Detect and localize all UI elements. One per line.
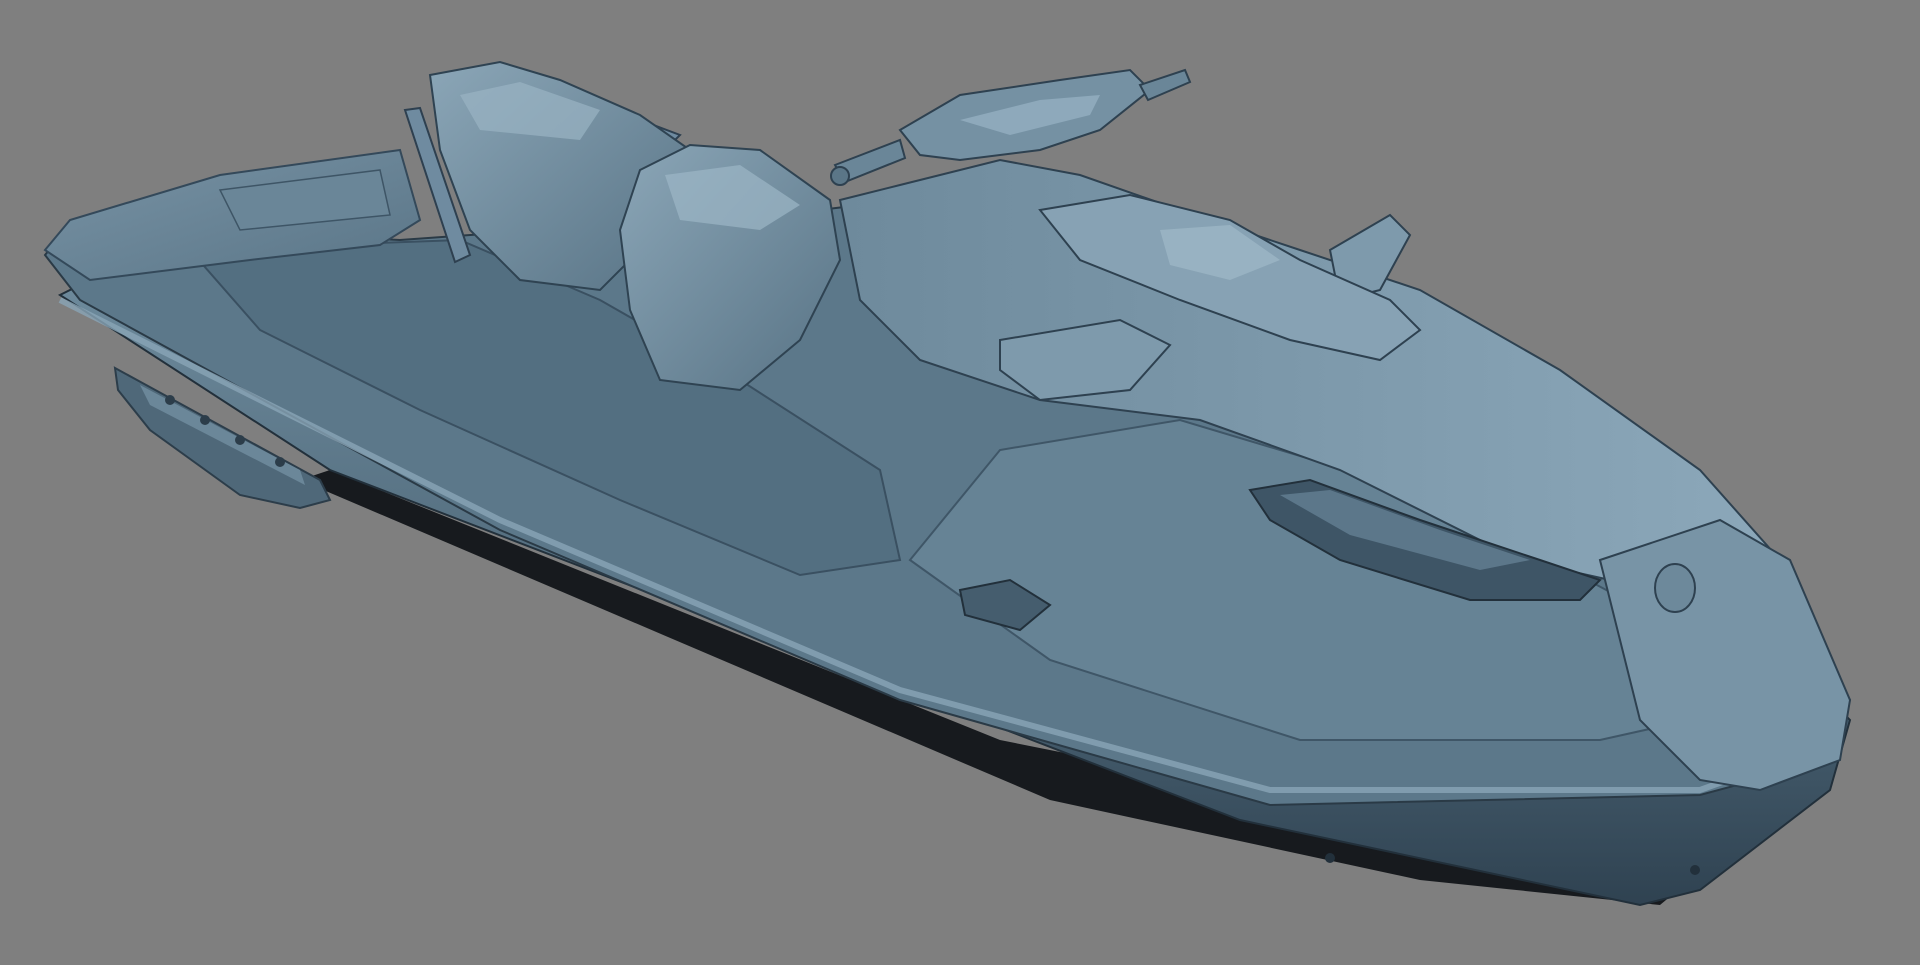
- nose-light: [1654, 563, 1696, 613]
- render-viewport: [0, 0, 1920, 965]
- jet-ski-render: [43, 60, 1852, 907]
- bow-eye: [1325, 853, 1335, 863]
